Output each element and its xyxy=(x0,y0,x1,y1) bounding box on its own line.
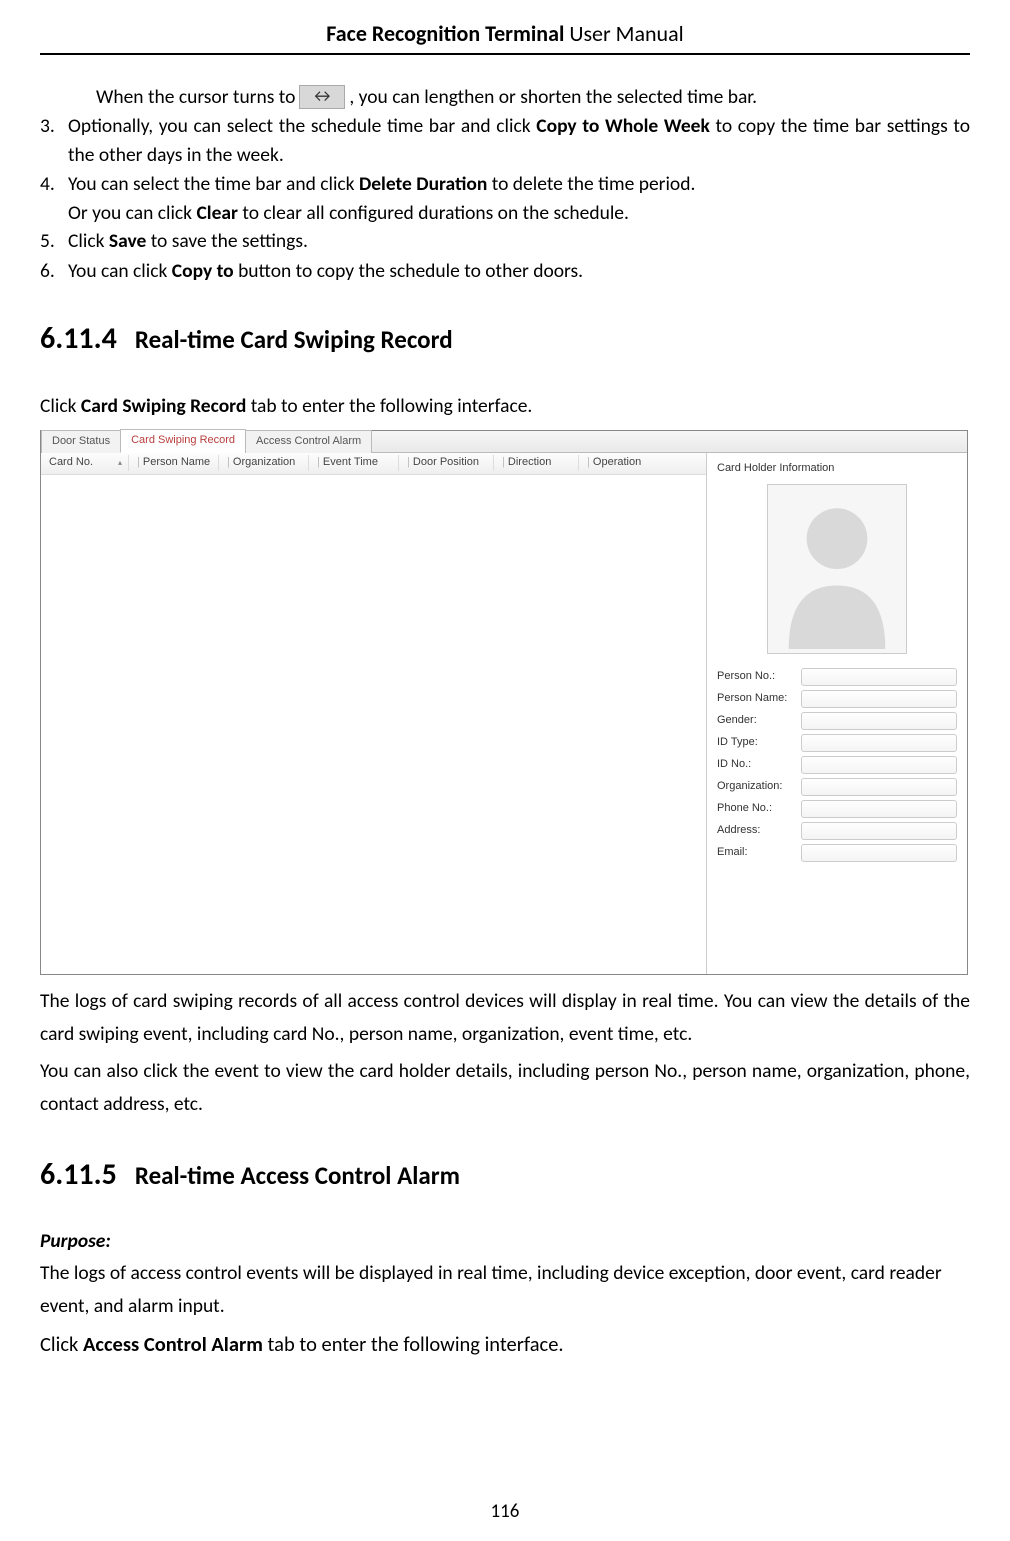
info-row: Person Name: xyxy=(717,690,957,708)
info-field[interactable] xyxy=(801,734,957,752)
info-label: Phone No.: xyxy=(717,801,801,817)
section2-instruction: Click Access Control Alarm tab to enter … xyxy=(40,1327,970,1362)
info-label: ID No.: xyxy=(717,757,801,773)
info-field[interactable] xyxy=(801,712,957,730)
info-row: Phone No.: xyxy=(717,800,957,818)
section-heading-6-11-5: 6.11.5Real-time Access Control Alarm xyxy=(40,1153,970,1197)
cursor-instruction: When the cursor turns to , you can lengt… xyxy=(40,83,970,111)
info-row: Address: xyxy=(717,822,957,840)
section1-para2: You can also click the event to view the… xyxy=(40,1055,970,1121)
resize-cursor-icon xyxy=(299,85,345,109)
col-operation[interactable]: | Operation xyxy=(579,455,706,471)
info-row: Organization: xyxy=(717,778,957,796)
col-door-position[interactable]: | Door Position xyxy=(399,455,494,471)
info-label: Email: xyxy=(717,845,801,861)
col-direction[interactable]: | Direction xyxy=(494,455,579,471)
card-swiping-record-screenshot: Door Status Card Swiping Record Access C… xyxy=(40,430,968,975)
info-field[interactable] xyxy=(801,778,957,796)
list-item: 5. Click Save to save the settings. xyxy=(40,227,970,255)
avatar-placeholder xyxy=(767,484,907,654)
col-event-time[interactable]: | Event Time xyxy=(309,455,399,471)
figure-tabs: Door Status Card Swiping Record Access C… xyxy=(41,431,967,453)
info-row: ID Type: xyxy=(717,734,957,752)
info-field[interactable] xyxy=(801,822,957,840)
col-card-no[interactable]: Card No. xyxy=(41,455,129,471)
list-item: 4. You can select the time bar and click… xyxy=(40,170,970,198)
person-icon xyxy=(768,485,906,653)
page-header: Face Recognition Terminal User Manual xyxy=(40,20,970,55)
info-field[interactable] xyxy=(801,756,957,774)
records-grid: Card No. | Person Name | Organization | … xyxy=(41,453,707,974)
section-heading-6-11-4: 6.11.4Real-time Card Swiping Record xyxy=(40,317,970,361)
list-item-sub: Or you can click Clear to clear all conf… xyxy=(40,199,970,227)
info-label: Address: xyxy=(717,823,801,839)
info-row: Email: xyxy=(717,844,957,862)
section1-para1: The logs of card swiping records of all … xyxy=(40,985,970,1051)
page-number: 116 xyxy=(0,1500,1010,1523)
info-field[interactable] xyxy=(801,844,957,862)
tab-access-control-alarm[interactable]: Access Control Alarm xyxy=(245,430,372,453)
list-item: 6. You can click Copy to button to copy … xyxy=(40,257,970,285)
header-bold: Face Recognition Terminal xyxy=(326,20,564,47)
card-holder-title: Card Holder Information xyxy=(717,459,957,479)
info-label: Organization: xyxy=(717,779,801,795)
info-row: ID No.: xyxy=(717,756,957,774)
card-holder-panel: Card Holder Information Person No.: Perso… xyxy=(707,453,967,974)
header-thin: User Manual xyxy=(564,20,683,47)
list-item: 3. Optionally, you can select the schedu… xyxy=(40,112,970,169)
purpose-text: The logs of access control events will b… xyxy=(40,1257,970,1323)
info-field[interactable] xyxy=(801,668,957,686)
info-field[interactable] xyxy=(801,800,957,818)
info-label: ID Type: xyxy=(717,735,801,751)
info-row: Person No.: xyxy=(717,668,957,686)
info-field[interactable] xyxy=(801,690,957,708)
info-row: Gender: xyxy=(717,712,957,730)
grid-body-empty xyxy=(41,475,706,974)
grid-header: Card No. | Person Name | Organization | … xyxy=(41,453,706,475)
col-person-name[interactable]: | Person Name xyxy=(129,455,219,471)
purpose-label: Purpose: xyxy=(40,1227,970,1255)
section1-intro: Click Card Swiping Record tab to enter t… xyxy=(40,390,970,423)
col-organization[interactable]: | Organization xyxy=(219,455,309,471)
tab-card-swiping-record[interactable]: Card Swiping Record xyxy=(120,429,246,453)
info-label: Person No.: xyxy=(717,669,801,685)
info-label: Person Name: xyxy=(717,691,801,707)
info-label: Gender: xyxy=(717,713,801,729)
tab-door-status[interactable]: Door Status xyxy=(41,430,121,453)
